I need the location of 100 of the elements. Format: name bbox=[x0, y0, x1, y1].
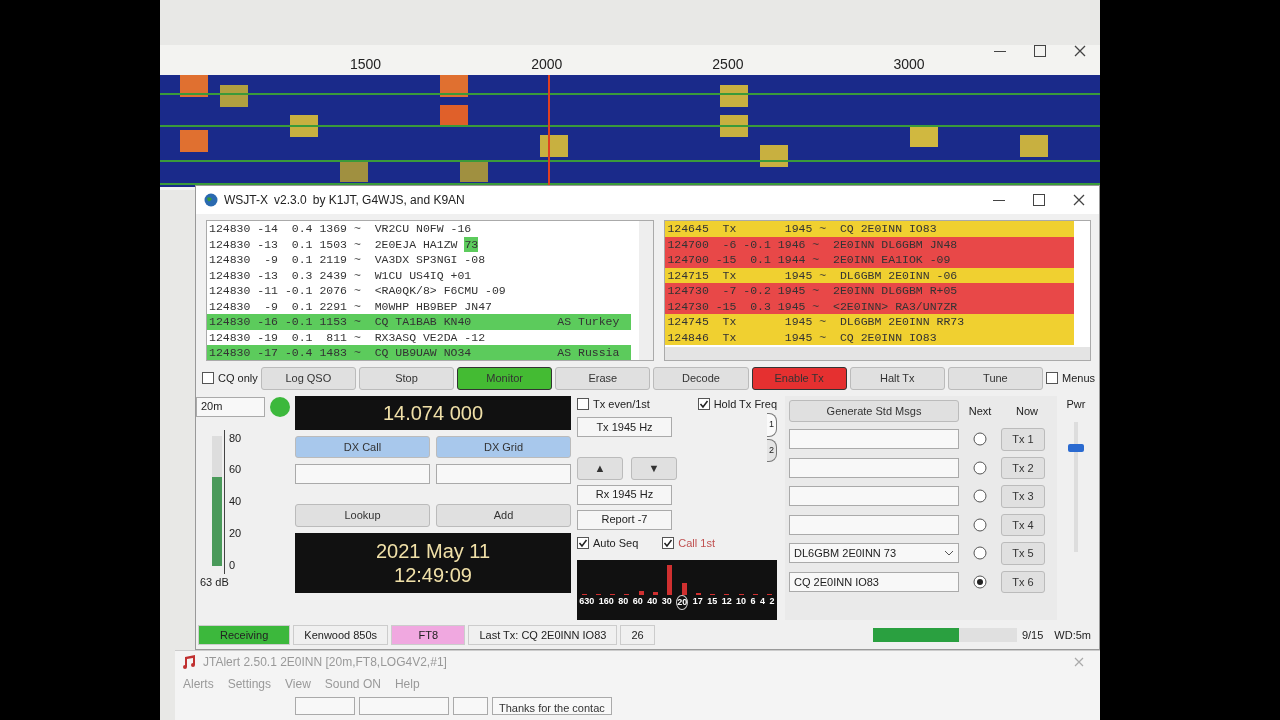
dx-grid-field[interactable] bbox=[436, 464, 571, 484]
checkmark-icon bbox=[663, 537, 674, 548]
status-indicator-icon bbox=[269, 395, 291, 418]
radio-button[interactable] bbox=[973, 460, 987, 475]
status-receiving: Receiving bbox=[198, 624, 291, 645]
checkmark-icon bbox=[698, 398, 709, 409]
checkbox[interactable]: Tx even/1st bbox=[577, 395, 650, 412]
tx-button[interactable]: Tx 3 bbox=[1001, 485, 1045, 508]
decode-text: 124830 -13 0.1 1503 ~ 2E0EJA HA1ZW bbox=[209, 236, 458, 252]
toolbar-button[interactable]: Monitor bbox=[457, 367, 553, 390]
lookup-button[interactable]: Lookup bbox=[295, 504, 430, 527]
checkbox-label: CQ only bbox=[218, 371, 258, 386]
toolbar-button[interactable]: Erase bbox=[555, 367, 651, 390]
authors-label: by K1JT, G4WJS, and K9AN bbox=[312, 192, 465, 209]
toolbar-button[interactable]: Log QSO bbox=[260, 367, 356, 390]
band-label[interactable]: 12 bbox=[721, 594, 732, 610]
date-display: 2021 May 11 bbox=[374, 538, 492, 563]
radio-button[interactable] bbox=[973, 489, 987, 504]
toolbar-button[interactable]: Stop bbox=[358, 367, 455, 390]
arrow-button[interactable]: ▼ bbox=[631, 457, 677, 480]
message-dropdown[interactable]: DL6GBM 2E0INN 73 bbox=[789, 543, 959, 564]
column-header: Now bbox=[1015, 403, 1039, 419]
radio-button[interactable] bbox=[973, 432, 987, 447]
dx-call-field[interactable] bbox=[295, 464, 430, 484]
checkbox[interactable]: Auto Seq bbox=[577, 534, 639, 551]
tx-button[interactable]: Tx 1 bbox=[1001, 428, 1045, 451]
toolbar-button[interactable]: Halt Tx bbox=[849, 367, 945, 390]
decode-row[interactable]: 124830 -16 -0.1 1153 ~ CQ TA1BAB KN40 AS Turkey bbox=[207, 314, 632, 330]
maximize-icon[interactable] bbox=[1033, 194, 1045, 206]
band-label[interactable]: 6 bbox=[750, 594, 756, 610]
input-field[interactable] bbox=[359, 697, 449, 715]
message-field[interactable] bbox=[789, 514, 959, 535]
checkbox[interactable]: Call 1st bbox=[662, 534, 715, 551]
country-label: AS Russia bbox=[557, 345, 621, 360]
tx-frequency-spinbox[interactable]: Tx 1945 Hz bbox=[577, 417, 672, 437]
message-field[interactable] bbox=[789, 457, 959, 478]
tx-button[interactable]: Tx 2 bbox=[1001, 456, 1045, 479]
report-spinbox[interactable]: Report -7 bbox=[577, 509, 672, 530]
scrollbar[interactable] bbox=[639, 221, 654, 360]
close-icon[interactable] bbox=[1074, 45, 1086, 57]
add-button[interactable]: Add bbox=[436, 504, 571, 527]
checkmark-icon bbox=[578, 537, 588, 548]
power-slider-thumb[interactable] bbox=[1068, 444, 1084, 452]
tx-button[interactable]: Tx 4 bbox=[1001, 513, 1045, 536]
tx-button[interactable]: Tx 6 bbox=[1001, 570, 1045, 593]
radio-button[interactable] bbox=[973, 574, 987, 589]
version-label: v2.3.0 bbox=[274, 192, 307, 209]
dx-grid-button[interactable]: DX Grid bbox=[436, 435, 571, 458]
dx-call-button[interactable]: DX Call bbox=[295, 435, 430, 458]
maximize-icon[interactable] bbox=[1034, 45, 1046, 57]
band-label[interactable]: 630 bbox=[579, 594, 595, 610]
message-row: 124730 -7 -0.2 1945 ~ 2E0INN DL6GBM R+05 bbox=[665, 283, 1074, 299]
country-label: AS Turkey bbox=[557, 314, 621, 330]
tick-label: 80 bbox=[229, 430, 242, 446]
tab[interactable]: 2 bbox=[767, 438, 777, 462]
chevron-down-icon bbox=[944, 550, 954, 557]
decode-text: 124830 -9 0.1 2119 ~ VA3DX SP3NGI -08 bbox=[209, 252, 486, 268]
checkbox[interactable]: Hold Tx Freq bbox=[697, 395, 777, 412]
meter-reading: 63 dB bbox=[199, 574, 230, 590]
band-label[interactable]: 30 bbox=[661, 594, 672, 610]
input-field[interactable] bbox=[295, 697, 355, 715]
generate-messages-button[interactable]: Generate Std Msgs bbox=[789, 399, 959, 422]
tick-label: 60 bbox=[229, 462, 242, 478]
message-field[interactable] bbox=[789, 429, 959, 450]
rx-frequency-spinbox[interactable]: Rx 1945 Hz bbox=[577, 484, 672, 505]
band-label[interactable]: 160 bbox=[598, 594, 614, 610]
scale-label: 1500 bbox=[350, 56, 382, 72]
radio-button[interactable] bbox=[973, 546, 987, 561]
band-label[interactable]: 17 bbox=[692, 594, 703, 610]
horizontal-scrollbar[interactable] bbox=[665, 347, 1090, 360]
band-label[interactable]: 4 bbox=[760, 594, 766, 610]
tab[interactable]: 1 bbox=[767, 413, 777, 437]
checkbox[interactable]: Menus bbox=[1046, 370, 1096, 387]
message-field[interactable] bbox=[789, 486, 959, 507]
radio-button[interactable] bbox=[973, 517, 987, 532]
band-label[interactable]: 15 bbox=[707, 594, 718, 610]
scale-label: 2500 bbox=[712, 56, 744, 72]
message-field[interactable]: CQ 2E0INN IO83 bbox=[789, 571, 959, 592]
band-label[interactable]: 40 bbox=[647, 594, 658, 610]
tick-label: 40 bbox=[229, 494, 242, 510]
checkbox-label: Call 1st bbox=[678, 535, 715, 551]
decode-row[interactable]: 124830 -17 -0.4 1483 ~ CQ UB9UAW NO34 AS Russia bbox=[207, 345, 632, 360]
band-label[interactable]: 10 bbox=[736, 594, 747, 610]
decode-text: 124830 -13 0.3 2439 ~ W1CU US4IQ +01 bbox=[209, 267, 472, 283]
band-label[interactable]: 60 bbox=[632, 594, 643, 610]
band-label[interactable]: 2 bbox=[769, 594, 775, 610]
arrow-button[interactable]: ▲ bbox=[577, 457, 623, 480]
toolbar-button[interactable]: Tune bbox=[947, 367, 1043, 390]
decode-text: 124830 -16 -0.1 1153 ~ CQ TA1BAB KN40 bbox=[209, 314, 472, 330]
tx-button[interactable]: Tx 5 bbox=[1001, 542, 1045, 565]
band-label[interactable]: 80 bbox=[618, 594, 629, 610]
toolbar-button[interactable]: Decode bbox=[653, 367, 749, 390]
input-field[interactable] bbox=[453, 697, 488, 715]
checkbox[interactable]: CQ only bbox=[202, 370, 258, 387]
window-title: JTAlert 2.50.1 2E0INN [20m,FT8,LOG4V2,#1] bbox=[203, 654, 447, 671]
message-row: 124645 Tx 1945 ~ CQ 2E0INN IO83 bbox=[665, 221, 1074, 237]
close-icon[interactable] bbox=[1073, 194, 1085, 206]
mode-label: FT8 bbox=[391, 624, 466, 645]
band-dropdown[interactable]: 20m bbox=[196, 396, 265, 417]
message-field[interactable]: Thanks for the contac bbox=[492, 697, 612, 715]
